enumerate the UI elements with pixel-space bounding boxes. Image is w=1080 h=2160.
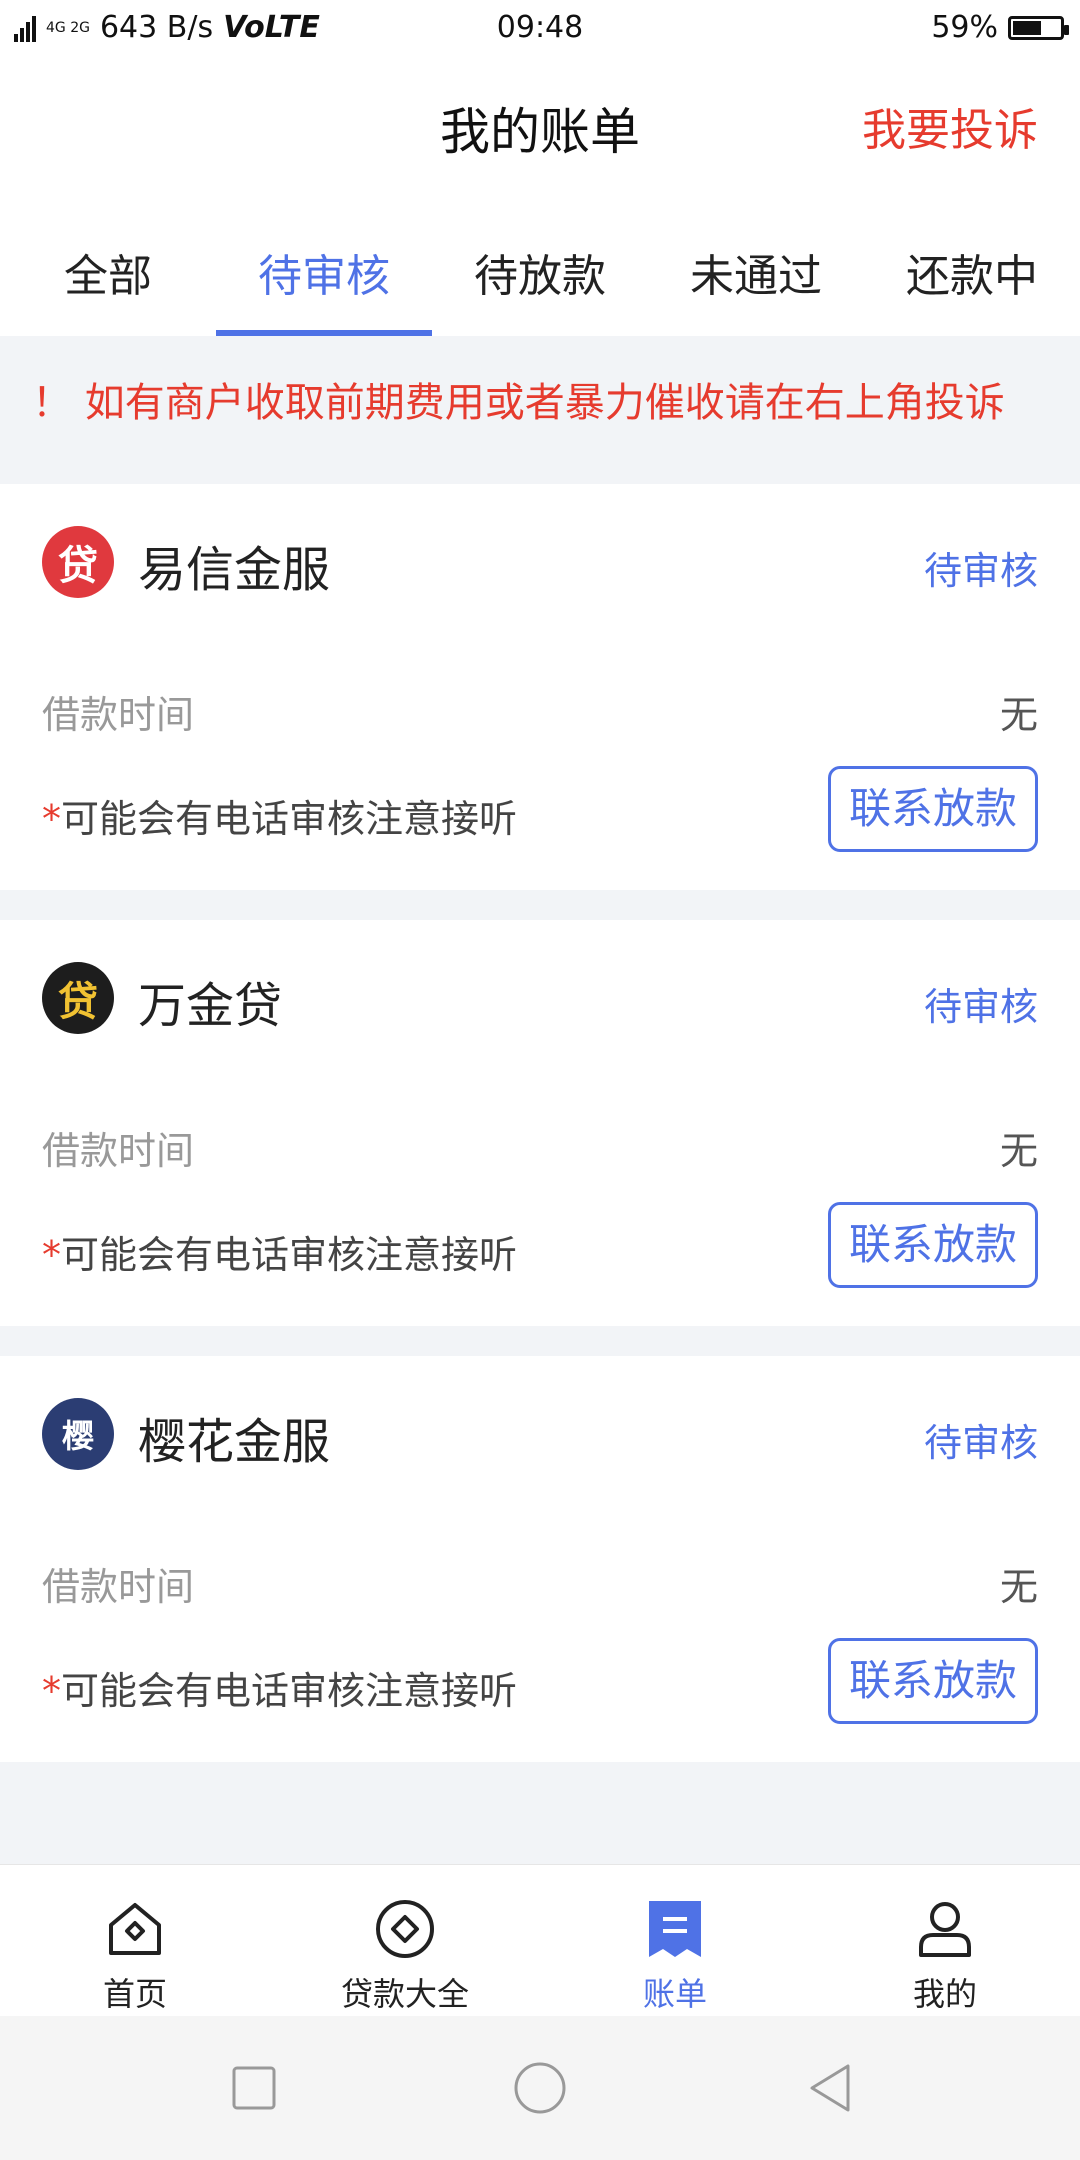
lender-name: 易信金服 — [138, 542, 331, 598]
lender-logo-icon: 贷 — [42, 526, 114, 598]
note-text: 可能会有电话审核注意接听 — [61, 797, 518, 841]
lender-logo-icon: 贷 — [42, 962, 114, 1034]
loan-card: 樱 樱花金服 待审核 借款时间 无 *可能会有电话审核注意接听 联系放款 — [0, 1356, 1080, 1762]
phone-review-note: *可能会有电话审核注意接听 — [42, 788, 517, 843]
loan-time-label: 借款时间 — [42, 693, 195, 737]
tab-pending-review[interactable]: 待审核 — [216, 188, 432, 336]
tab-rejected[interactable]: 未通过 — [648, 188, 864, 336]
nav-profile[interactable]: 我的 — [810, 1865, 1080, 2017]
contact-disbursement-button[interactable]: 联系放款 — [828, 766, 1038, 852]
tab-repaying[interactable]: 还款中 — [864, 188, 1080, 336]
loan-card: 贷 万金贷 待审核 借款时间 无 *可能会有电话审核注意接听 联系放款 — [0, 920, 1080, 1326]
phone-review-note: *可能会有电话审核注意接听 — [42, 1660, 517, 1715]
loan-time-label: 借款时间 — [42, 1565, 195, 1609]
nav-profile-label: 我的 — [912, 1975, 977, 2013]
lender-logo-icon: 樱 — [42, 1398, 114, 1470]
bill-icon — [649, 1901, 701, 1957]
nav-loans-label: 贷款大全 — [340, 1975, 469, 2013]
status-badge: 待审核 — [923, 985, 1038, 1029]
nav-bill-label: 账单 — [642, 1975, 707, 2013]
clock: 09:48 — [496, 10, 584, 45]
back-button-icon[interactable] — [806, 2062, 854, 2114]
system-nav-bar — [0, 2016, 1080, 2160]
recent-apps-icon[interactable] — [230, 2064, 278, 2112]
loan-card: 贷 易信金服 待审核 借款时间 无 *可能会有电话审核注意接听 联系放款 — [0, 484, 1080, 890]
battery-icon — [1008, 15, 1069, 40]
loan-time-value: 无 — [999, 1565, 1038, 1609]
status-badge: 待审核 — [923, 1421, 1038, 1465]
nav-bill[interactable]: 账单 — [540, 1865, 810, 2017]
loan-time-label: 借款时间 — [42, 1129, 195, 1173]
bottom-nav: 首页 贷款大全 账单 我的 — [0, 1864, 1080, 2017]
contact-disbursement-button[interactable]: 联系放款 — [828, 1638, 1038, 1724]
lender-name: 万金贷 — [138, 978, 283, 1034]
home-icon — [109, 1903, 161, 1955]
tab-pending-disbursement[interactable]: 待放款 — [432, 188, 648, 336]
profile-icon — [919, 1902, 971, 1957]
contact-disbursement-button[interactable]: 联系放款 — [828, 1202, 1038, 1288]
complaint-notice: ！ 如有商户收取前期费用或者暴力催收请在右上角投诉 — [0, 336, 1080, 484]
loan-time-value: 无 — [999, 1129, 1038, 1173]
home-button-icon[interactable] — [512, 2060, 568, 2116]
required-star: * — [42, 1669, 61, 1713]
nav-loans[interactable]: 贷款大全 — [270, 1865, 540, 2017]
loans-icon — [376, 1900, 434, 1958]
note-text: 可能会有电话审核注意接听 — [61, 1233, 518, 1277]
status-tabs: 全部 待审核 待放款 未通过 还款中 — [0, 188, 1080, 336]
header: 我的账单 我要投诉 — [0, 58, 1080, 188]
required-star: * — [42, 797, 61, 841]
loan-time-value: 无 — [999, 693, 1038, 737]
complain-link[interactable]: 我要投诉 — [862, 94, 1038, 158]
nav-home-label: 首页 — [102, 1975, 167, 2013]
required-star: * — [42, 1233, 61, 1277]
nav-home[interactable]: 首页 — [0, 1865, 270, 2017]
phone-review-note: *可能会有电话审核注意接听 — [42, 1224, 517, 1279]
status-bar: 4G 2G 643 B/s VoLTE 09:48 59% — [0, 0, 1080, 58]
tab-all[interactable]: 全部 — [0, 188, 216, 336]
note-text: 可能会有电话审核注意接听 — [61, 1669, 518, 1713]
battery-percent: 59% — [931, 10, 998, 45]
lender-name: 樱花金服 — [138, 1414, 331, 1470]
status-badge: 待审核 — [923, 549, 1038, 593]
